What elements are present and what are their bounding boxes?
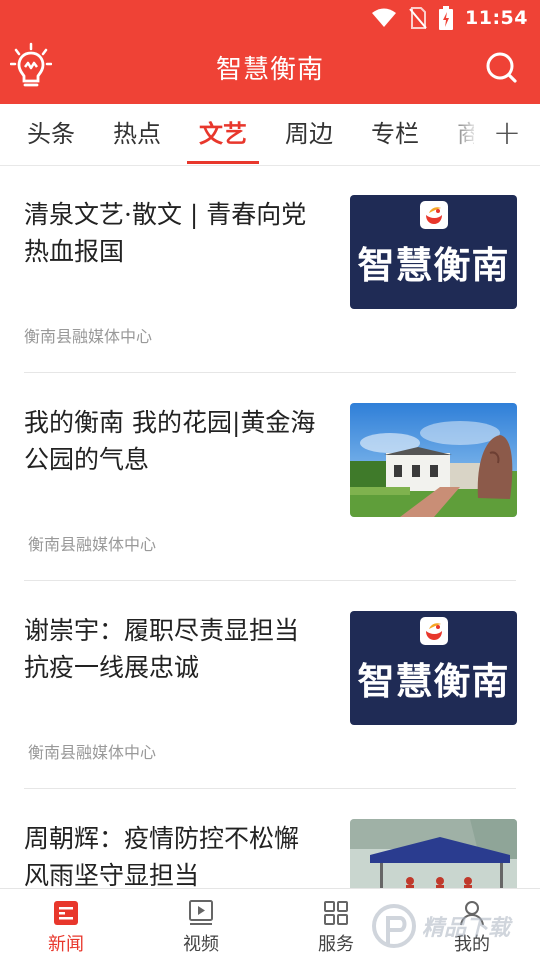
news-item[interactable]: 我的衡南 我的花园|黄金海 公园的气息 衡南县融媒体中心 — [0, 374, 540, 582]
active-tab-indicator — [187, 161, 259, 164]
news-icon — [54, 901, 78, 925]
video-icon — [189, 900, 213, 925]
news-title-line: 周朝辉：疫情防控不松懈 — [24, 824, 300, 853]
brand-text: 智慧衡南 — [357, 244, 510, 287]
tab-headlines[interactable]: 头条 — [24, 104, 78, 166]
news-source: 衡南县融媒体中心 — [28, 743, 157, 762]
nav-services[interactable]: 服务 — [296, 889, 376, 960]
watermark: 精品下载 — [370, 900, 540, 960]
brand-text: 智慧衡南 — [357, 660, 510, 703]
news-thumbnail: 智慧衡南 — [350, 611, 517, 725]
grid-icon — [324, 901, 348, 925]
brand-logo — [420, 201, 448, 229]
app-header: 智慧衡南 — [0, 36, 540, 104]
news-item[interactable]: 谢崇宇：履职尽责显担当 抗疫一线展忠诚 衡南县融媒体中心 智慧衡南 — [0, 582, 540, 790]
news-title-line: 抗疫一线展忠诚 — [24, 653, 200, 682]
news-thumbnail — [350, 403, 517, 517]
news-title-line: 热血报国 — [24, 237, 125, 266]
tab-hot[interactable]: 热点 — [110, 104, 164, 166]
search-icon[interactable] — [484, 50, 518, 84]
divider — [24, 788, 516, 789]
divider — [24, 372, 516, 373]
status-time: 11:54 — [465, 7, 528, 29]
news-thumbnail: 智慧衡南 — [350, 195, 517, 309]
news-title-line: 清泉文艺·散文 | 青春向党 — [24, 200, 307, 229]
status-bar: 11:54 — [0, 0, 540, 36]
tab-column[interactable]: 专栏 — [368, 104, 422, 166]
news-title: 我的衡南 我的花园|黄金海 公园的气息 — [24, 404, 324, 478]
news-item[interactable]: 周朝辉：疫情防控不松懈 风雨坚守显担当 — [0, 790, 540, 888]
app-title: 智慧衡南 — [215, 55, 324, 85]
park-photo — [350, 403, 517, 517]
brand-logo-icon — [426, 623, 442, 640]
divider — [24, 580, 516, 581]
brand-logo — [420, 617, 448, 645]
brand-logo-icon — [426, 207, 442, 224]
news-title: 周朝辉：疫情防控不松懈 风雨坚守显担当 — [24, 820, 324, 888]
no-sim-icon — [409, 7, 427, 29]
tab-arts[interactable]: 文艺 — [196, 104, 250, 166]
watermark-text: 精品下载 — [422, 916, 511, 941]
news-title-line: 公园的气息 — [24, 445, 150, 474]
tab-nearby[interactable]: 周边 — [282, 104, 336, 166]
status-icons: 11:54 — [371, 6, 528, 30]
wifi-icon — [372, 8, 397, 27]
news-title: 清泉文艺·散文 | 青春向党 热血报国 — [24, 196, 324, 270]
news-source: 衡南县融媒体中心 — [24, 327, 153, 346]
nav-video-label: 视频 — [183, 934, 219, 955]
watermark-logo-icon — [372, 904, 416, 948]
news-title-line: 风雨坚守显担当 — [24, 861, 200, 888]
add-tab-button[interactable]: + — [474, 104, 540, 164]
news-title-line: 我的衡南 我的花园|黄金海 — [24, 408, 316, 437]
news-title: 谢崇宇：履职尽责显担当 抗疫一线展忠诚 — [24, 612, 324, 686]
nav-news[interactable]: 新闻 — [26, 889, 106, 960]
news-item[interactable]: 清泉文艺·散文 | 青春向党 热血报国 衡南县融媒体中心 智慧衡南 — [0, 166, 540, 374]
news-list: 清泉文艺·散文 | 青春向党 热血报国 衡南县融媒体中心 智慧衡南 我的衡南 我… — [0, 166, 540, 888]
battery-charging-icon — [439, 6, 454, 30]
nav-video[interactable]: 视频 — [161, 889, 241, 960]
category-tabs: 头条 热点 文艺 周边 专栏 商 + — [0, 104, 540, 166]
nav-services-label: 服务 — [318, 934, 354, 955]
news-title-line: 谢崇宇：履职尽责显担当 — [24, 616, 300, 645]
news-source: 衡南县融媒体中心 — [28, 535, 157, 554]
nav-news-label: 新闻 — [48, 934, 84, 955]
news-thumbnail — [350, 819, 517, 888]
tent-photo — [350, 819, 517, 888]
